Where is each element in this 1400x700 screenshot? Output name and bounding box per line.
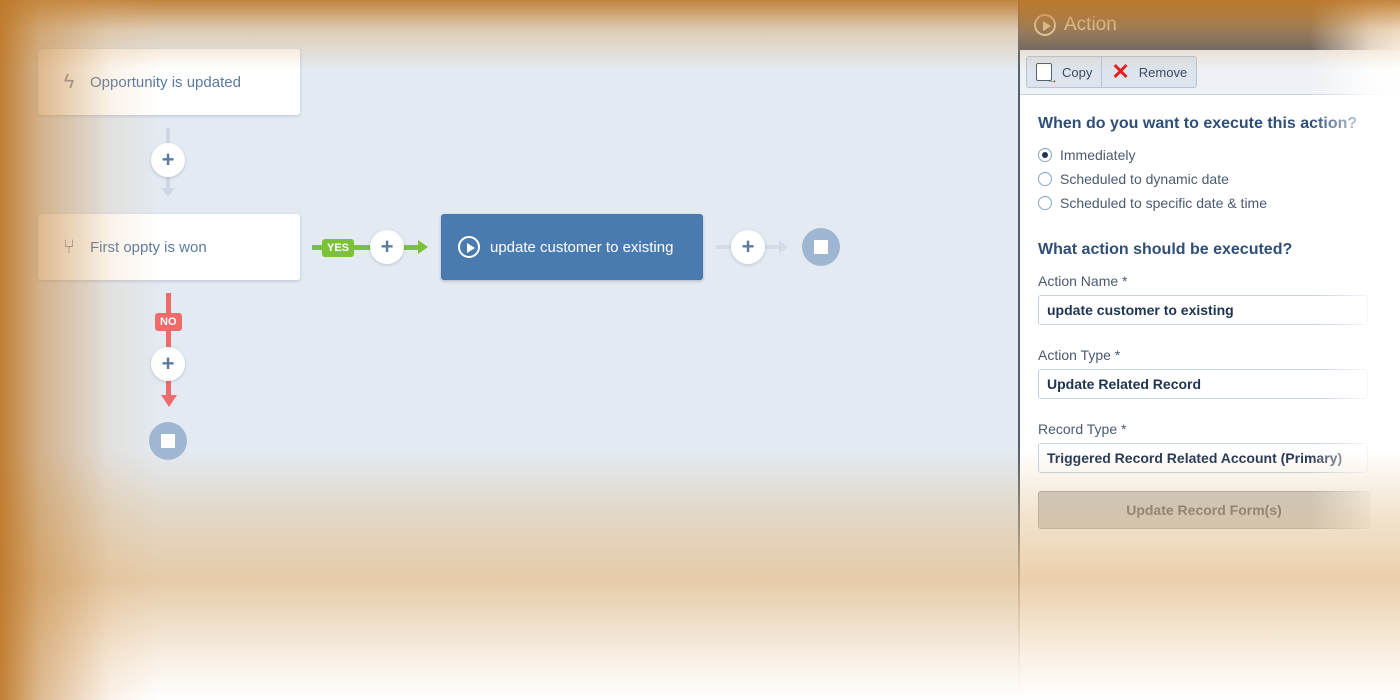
remove-button[interactable]: ✕ Remove (1101, 57, 1196, 87)
radio-button[interactable] (1038, 172, 1052, 186)
action-name-label: Action Name * (1038, 273, 1128, 289)
arrow-down-icon (161, 188, 175, 197)
radio-label: Immediately (1060, 147, 1136, 163)
radio-button[interactable] (1038, 196, 1052, 210)
action-name-input[interactable]: update customer to existing (1038, 295, 1368, 325)
panel-header: Action (1020, 0, 1400, 50)
branch-icon: ⑂ (63, 235, 75, 258)
copy-icon (1036, 63, 1058, 86)
update-record-forms-button[interactable]: Update Record Form(s) (1038, 491, 1370, 529)
workflow-canvas: + ϟ Opportunity is updated ⑂ First oppty… (0, 0, 1018, 700)
arrow-down-icon (161, 395, 177, 407)
condition-label: First oppty is won (90, 238, 207, 256)
action-type-select[interactable]: Update Related Record (1038, 369, 1368, 399)
toolbar-button-group: Copy ✕ Remove (1026, 56, 1198, 88)
action-panel: Action Copy ✕ Remove When do you want to… (1018, 0, 1400, 700)
what-section-title: What action should be executed? (1038, 241, 1293, 258)
play-icon (1034, 14, 1056, 36)
add-step-button[interactable]: + (370, 230, 404, 264)
arrow-right-icon (779, 240, 788, 254)
panel-title: Action (1064, 14, 1117, 35)
radio-label: Scheduled to specific date & time (1060, 195, 1268, 211)
action-node[interactable]: update customer to existing (441, 214, 703, 280)
add-step-button[interactable]: + (151, 143, 185, 177)
radio-label: Scheduled to dynamic date (1060, 171, 1229, 187)
remove-label: Remove (1138, 64, 1188, 80)
end-node-stop-icon (802, 228, 840, 266)
add-step-button[interactable]: + (151, 347, 185, 381)
copy-label: Copy (1062, 64, 1093, 80)
record-type-label: Record Type * (1038, 421, 1127, 437)
radio-immediately[interactable]: Immediately (1038, 147, 1400, 163)
condition-node[interactable]: ⑂ First oppty is won (38, 214, 300, 280)
end-node-stop-icon (149, 422, 187, 460)
record-type-select[interactable]: Triggered Record Related Account (Primar… (1038, 443, 1368, 473)
radio-scheduled-dynamic[interactable]: Scheduled to dynamic date (1038, 171, 1400, 187)
yes-badge: YES (322, 239, 355, 257)
radio-scheduled-specific[interactable]: Scheduled to specific date & time (1038, 195, 1400, 211)
action-type-label: Action Type * (1038, 347, 1121, 363)
action-label: update customer to existing (490, 238, 674, 256)
trigger-node[interactable]: ϟ Opportunity is updated (38, 49, 300, 115)
when-section-title: When do you want to execute this action? (1038, 115, 1358, 132)
copy-button[interactable]: Copy (1027, 57, 1101, 87)
add-step-button[interactable]: + (731, 230, 765, 264)
radio-button[interactable] (1038, 148, 1052, 162)
panel-toolbar: Copy ✕ Remove (1020, 50, 1400, 95)
no-badge: NO (155, 313, 182, 331)
arrow-right-icon (418, 240, 428, 254)
trigger-label: Opportunity is updated (90, 73, 241, 91)
lightning-icon: ϟ (63, 70, 75, 93)
close-icon: ✕ (1111, 59, 1130, 84)
play-icon (458, 236, 480, 258)
